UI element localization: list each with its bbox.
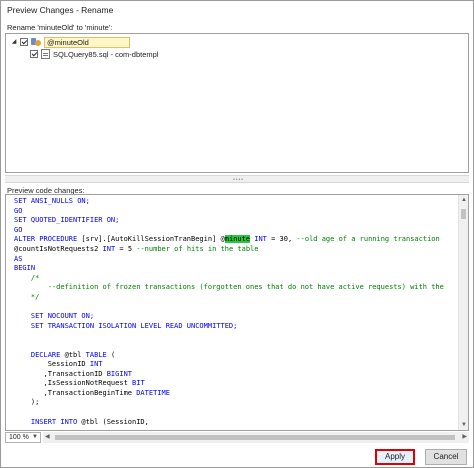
code-line: INSERT INTO @tbl (SessionID, <box>14 418 454 428</box>
code-token: BIT <box>132 379 145 388</box>
code-token: */ <box>14 292 40 301</box>
code-line: SET NOCOUNT ON; <box>14 312 454 322</box>
tree-item-parameter[interactable]: ◢ @minuteOld <box>10 36 130 48</box>
code-token: @tbl (SessionID, <box>77 417 149 426</box>
dialog-title: Preview Changes - Rename <box>7 5 114 15</box>
code-line: GO <box>14 207 454 217</box>
expand-icon[interactable]: ◢ <box>10 38 18 46</box>
code-token: SET ANSI_NULLS ON; <box>14 197 90 205</box>
code-token: ,TransactionID <box>14 369 107 378</box>
code-token: ,TransactionBeginTime <box>14 388 137 397</box>
code-line: AS <box>14 255 454 265</box>
code-line: SessionID INT <box>14 360 454 370</box>
parameter-icon <box>31 37 41 47</box>
code-line: @countIsNotRequests2 INT = 5 --number of… <box>14 245 454 255</box>
code-line: ,TransactionBeginTime DATETIME <box>14 389 454 399</box>
code-line: BEGIN <box>14 264 454 274</box>
pane-splitter[interactable]: •••• <box>5 175 469 183</box>
code-line: ,TransactionID BIGINT <box>14 370 454 380</box>
code-line: ALTER PROCEDURE [srv].[AutoKillSessionTr… <box>14 235 454 245</box>
code-token: DECLARE <box>30 350 61 359</box>
tree-item-label: SQLQuery85.sql - com-dbtempl <box>53 49 159 59</box>
scroll-thumb[interactable] <box>461 209 466 219</box>
code-token: = 30, <box>266 235 297 244</box>
code-bottom-bar: 100 % ▼ ◀ ▶ <box>5 432 469 443</box>
code-token: BIGINT <box>106 369 133 378</box>
scroll-up-icon[interactable]: ▲ <box>461 197 467 203</box>
scroll-right-icon[interactable]: ▶ <box>462 433 467 440</box>
code-token: @tbl <box>60 350 86 359</box>
vertical-scrollbar[interactable]: ▲ ▼ <box>458 195 468 430</box>
tree-item-label: @minuteOld <box>44 36 130 48</box>
rename-label: Rename 'minuteOld' to 'minute': <box>7 23 113 32</box>
code-token: SET QUOTED_IDENTIFIER ON; <box>14 216 120 225</box>
code-token: GO <box>14 225 23 234</box>
code-token: ); <box>14 398 40 407</box>
cancel-button[interactable]: Cancel <box>425 449 467 465</box>
scroll-thumb[interactable] <box>55 435 455 440</box>
code-token: --definition of frozen transactions (for… <box>14 283 444 292</box>
code-line: SET QUOTED_IDENTIFIER ON; <box>14 216 454 226</box>
renamed-token: minute <box>224 235 251 244</box>
sql-file-icon <box>41 49 50 59</box>
code-token: INT <box>89 360 103 369</box>
code-line: --definition of frozen transactions (for… <box>14 283 454 293</box>
code-token: /* <box>14 273 40 282</box>
tree-item-file[interactable]: SQLQuery85.sql - com-dbtempl <box>30 48 158 60</box>
code-preview[interactable]: SET ANSI_NULLS ON; GO SET QUOTED_IDENTIFIE… <box>5 194 469 431</box>
code-line: ,IsSessionNotRequest BIT <box>14 379 454 389</box>
code-line: GO <box>14 226 454 236</box>
code-token: [srv].[AutoKillSessionTranBegin] @ <box>77 235 225 244</box>
apply-button[interactable]: Apply <box>375 449 415 465</box>
scroll-down-icon[interactable]: ▼ <box>461 422 467 428</box>
zoom-value: 100 % <box>9 434 29 441</box>
code-line: SET TRANSACTION ISOLATION LEVEL READ UNC… <box>14 322 454 332</box>
code-token: --old age of a running transaction <box>296 235 440 244</box>
code-line: ); <box>14 398 454 408</box>
code-token: TABLE <box>85 350 107 359</box>
code-token: INT <box>254 235 267 244</box>
code-token: = 5 <box>115 244 137 253</box>
code-token: AS <box>14 254 23 263</box>
code-token: ALTER PROCEDURE <box>14 235 78 244</box>
horizontal-scrollbar[interactable]: ◀ ▶ <box>43 432 469 443</box>
code-token: SET NOCOUNT ON; <box>30 312 95 321</box>
code-line: /* <box>14 274 454 284</box>
code-token: GO <box>14 206 23 215</box>
code-token: INT <box>102 244 116 253</box>
code-line: DECLARE @tbl TABLE ( <box>14 351 454 361</box>
code-token: SessionID <box>14 360 90 369</box>
code-line: SET ANSI_NULLS ON; <box>14 197 454 207</box>
code-token: ( <box>106 350 116 359</box>
code-token: INSERT INTO <box>30 417 78 426</box>
code-token: @countIsNotRequests2 <box>14 244 103 253</box>
tree-item-checkbox[interactable] <box>20 38 28 46</box>
code-token: SET TRANSACTION ISOLATION LEVEL READ UNC… <box>30 321 238 330</box>
zoom-select[interactable]: 100 % ▼ <box>5 432 41 443</box>
code-token: ,IsSessionNotRequest <box>14 379 133 388</box>
chevron-down-icon[interactable]: ▼ <box>32 433 38 442</box>
title-bar[interactable]: Preview Changes - Rename <box>1 1 473 19</box>
code-text[interactable]: SET ANSI_NULLS ON; GO SET QUOTED_IDENTIFIE… <box>14 197 454 429</box>
preview-changes-dialog: Preview Changes - Rename Rename 'minuteO… <box>0 0 474 468</box>
code-line: */ <box>14 293 454 303</box>
code-token: --number of hits in the table <box>136 244 259 253</box>
code-token: DATETIME <box>136 388 170 397</box>
rename-tree: ◢ @minuteOld SQLQuery85.sql - com-dbtemp… <box>5 33 469 173</box>
code-token: BEGIN <box>14 264 36 273</box>
tree-item-checkbox[interactable] <box>30 50 38 58</box>
scroll-left-icon[interactable]: ◀ <box>45 433 50 440</box>
grip-icon: •••• <box>233 177 245 183</box>
